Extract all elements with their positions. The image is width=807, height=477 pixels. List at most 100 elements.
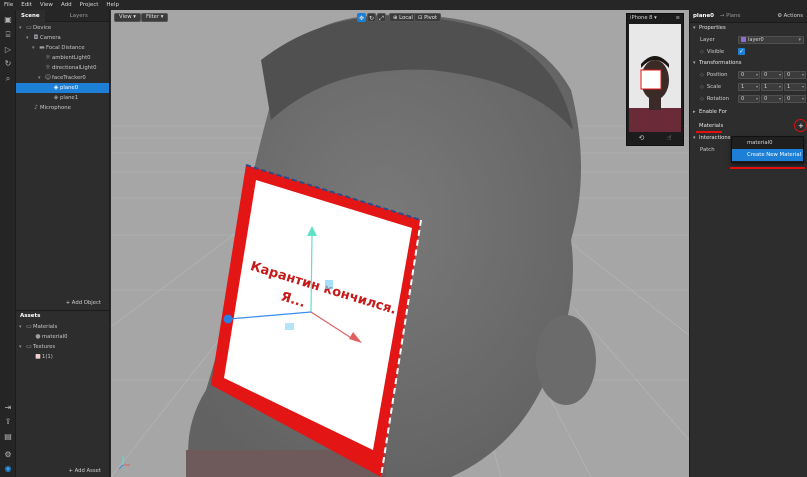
flip-camera-icon[interactable]: ⟲ <box>638 134 644 142</box>
prop-scale: ◇Scale 1 1 1 <box>690 81 807 93</box>
asset-item-texture[interactable]: ■1(1) <box>16 352 109 362</box>
create-new-material-button[interactable]: Create New Material <box>732 149 803 161</box>
prop-label: Patch <box>700 147 715 153</box>
tree-item-directionallight0[interactable]: ☼directionalLight0 <box>16 63 109 73</box>
tree-item-microphone[interactable]: ♪ Microphone <box>16 103 109 113</box>
tree-item-plane0[interactable]: ◈ plane0 <box>16 83 109 93</box>
rotation-z-input[interactable]: 0 <box>784 95 806 103</box>
library-icon[interactable]: ▤ <box>3 432 13 442</box>
keyframe-icon[interactable]: ◇ <box>700 96 704 102</box>
tree-item-facetracker0[interactable]: ▾ ☺faceTracker0 <box>16 73 109 83</box>
tree-item-label: Microphone <box>40 105 71 111</box>
settings-icon[interactable]: ⚙ <box>3 450 13 460</box>
menu-add[interactable]: Add <box>61 2 72 8</box>
tree-item-ambientlight0[interactable]: ☼ambientLight0 <box>16 53 109 63</box>
position-z-input[interactable]: 0 <box>784 71 806 79</box>
filter-menu-button[interactable]: Filter ▾ <box>141 13 169 22</box>
rotate-tool-icon[interactable]: ↻ <box>367 13 376 22</box>
section-properties[interactable]: ▾ Properties <box>690 23 807 34</box>
section-transformations[interactable]: ▾ Transformations <box>690 58 807 69</box>
rotation-y-input[interactable]: 0 <box>761 95 783 103</box>
object-type: → Plane <box>720 12 741 19</box>
asset-label: material0 <box>42 334 68 340</box>
search-icon[interactable]: ⌕ <box>3 74 13 84</box>
position-y-input[interactable]: 0 <box>761 71 783 79</box>
tree-item-device[interactable]: ▾ ▭Device <box>16 23 109 33</box>
tab-scene[interactable]: Scene <box>16 10 45 22</box>
scale-x-input[interactable]: 1 <box>738 83 760 91</box>
pivot-label: Pivot <box>424 15 438 21</box>
layout-icon[interactable]: ▣ <box>3 15 13 25</box>
focal-distance-icon: ▬ <box>39 44 45 51</box>
device-preview-screen <box>629 24 681 132</box>
inspector-header: plane0 → Plane ⚙ Actions <box>690 10 807 23</box>
menu-help[interactable]: Help <box>106 2 119 8</box>
upload-icon[interactable]: ⇪ <box>3 417 13 427</box>
tree-item-label: Focal Distance <box>46 45 85 51</box>
position-x-input[interactable]: 0 <box>738 71 760 79</box>
play-icon[interactable]: ▷ <box>3 45 13 55</box>
prop-position: ◇Position 0 0 0 <box>690 69 807 81</box>
preview-menu-icon[interactable]: ≡ <box>676 14 680 23</box>
tree-item-camera[interactable]: ▾ ◘ Camera <box>16 33 109 43</box>
prop-label: Scale <box>706 84 722 90</box>
touch-icon[interactable]: ☝ <box>667 134 671 142</box>
help-icon[interactable]: ◉ <box>3 464 13 474</box>
tree-item-focal-distance[interactable]: ▾ ▬Focal Distance <box>16 43 109 53</box>
plane-icon: ◈ <box>53 84 59 91</box>
asset-label: Materials <box>33 324 58 330</box>
add-asset-button[interactable]: + Add Asset <box>68 468 101 474</box>
menu-file[interactable]: File <box>4 2 13 8</box>
tree-item-label: ambientLight0 <box>52 55 91 61</box>
tree-item-label: plane1 <box>60 95 79 101</box>
menu-bar: File Edit View Add Project Help <box>0 0 807 10</box>
device-select[interactable]: iPhone 8 ▾ <box>630 14 657 23</box>
tree-item-plane1[interactable]: ◈ plane1 <box>16 93 109 103</box>
tab-layers[interactable]: Layers <box>65 10 93 22</box>
visible-checkbox[interactable]: ✓ <box>738 48 745 55</box>
section-enable-for[interactable]: ▸ Enable For <box>690 107 807 118</box>
pivot-toggle[interactable]: ⊡ Pivot <box>414 13 442 22</box>
scale-z-input[interactable]: 1 <box>784 83 806 91</box>
move-tool-icon[interactable]: ✥ <box>357 13 366 22</box>
layer-select[interactable]: layer0 ▾ <box>738 36 804 44</box>
light-icon: ☼ <box>45 54 51 61</box>
menu-project[interactable]: Project <box>80 2 99 8</box>
rotation-x-input[interactable]: 0 <box>738 95 760 103</box>
plane-icon: ◈ <box>53 94 59 101</box>
local-toggle[interactable]: ⊕ Local <box>389 13 417 22</box>
scale-tool-icon[interactable]: ⤢ <box>377 13 386 22</box>
tree-item-label: Device <box>33 25 52 31</box>
dropdown-item-material0[interactable]: material0 <box>732 137 803 149</box>
keyframe-icon[interactable]: ◇ <box>700 49 704 55</box>
view-menu-button[interactable]: View ▾ <box>114 13 141 22</box>
actions-button[interactable]: ⚙ Actions <box>777 10 803 23</box>
menu-edit[interactable]: Edit <box>21 2 32 8</box>
device-preview-footer: ⟲ ☝ <box>627 131 683 145</box>
viewport[interactable]: Карантин кончился. Я... View ▾ Filter ▾ … <box>111 10 689 477</box>
section-label: Properties <box>699 25 726 31</box>
layer-value: layer0 <box>748 37 764 43</box>
device-preview[interactable]: iPhone 8 ▾ ≡ ⟲ ☝ <box>626 13 684 146</box>
face-tracker-icon: ☺ <box>44 74 52 81</box>
section-materials[interactable]: Materials + <box>690 119 807 133</box>
add-material-button[interactable]: + <box>798 119 804 133</box>
asset-folder-textures[interactable]: ▾ ▭Textures <box>16 342 109 352</box>
menu-view[interactable]: View <box>40 2 53 8</box>
export-icon[interactable]: ⇥ <box>3 403 13 413</box>
refresh-icon[interactable]: ↻ <box>3 59 13 69</box>
annotation-underline <box>696 131 722 133</box>
prop-layer: Layer layer0 ▾ <box>690 34 807 46</box>
object-name: plane0 <box>693 12 715 19</box>
keyframe-icon[interactable]: ◇ <box>700 84 704 90</box>
keyframe-icon[interactable]: ◇ <box>700 72 704 78</box>
local-label: Local <box>399 15 413 21</box>
assets-title: Assets <box>20 313 41 319</box>
scale-y-input[interactable]: 1 <box>761 83 783 91</box>
scripting-icon[interactable]: ⌸ <box>3 30 13 40</box>
asset-folder-materials[interactable]: ▾ ▭Materials <box>16 322 109 332</box>
section-label: Materials <box>699 123 724 129</box>
add-object-button[interactable]: + Add Object <box>66 300 101 306</box>
asset-item-material0[interactable]: ●material0 <box>16 332 109 342</box>
prop-label: Rotation <box>706 96 730 102</box>
